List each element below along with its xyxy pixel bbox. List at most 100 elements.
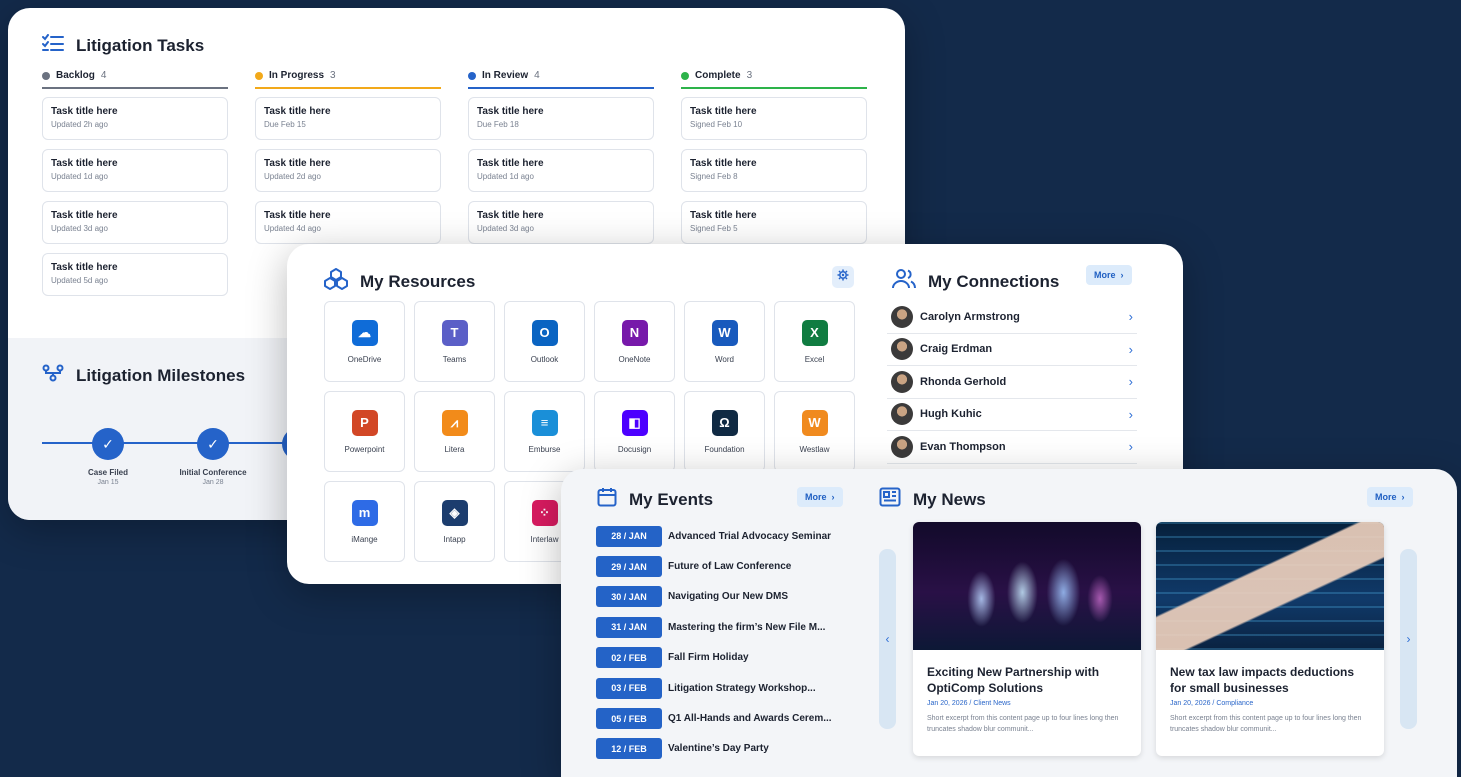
- news-card[interactable]: New tax law impacts deductions for small…: [1156, 522, 1384, 756]
- people-icon: [892, 268, 916, 295]
- task-subtitle: Updated 1d ago: [51, 172, 108, 181]
- task-subtitle: Updated 3d ago: [477, 224, 534, 233]
- app-tile-word[interactable]: W Word: [684, 301, 765, 382]
- app-tile-docusign[interactable]: ◧ Docusign: [594, 391, 675, 472]
- task-card[interactable]: Task title here Updated 5d ago: [42, 253, 228, 296]
- app-label: Word: [715, 354, 734, 364]
- task-card[interactable]: Task title here Signed Feb 10: [681, 97, 867, 140]
- connections-title: My Connections: [928, 271, 1060, 291]
- task-title: Task title here: [690, 158, 757, 169]
- task-card[interactable]: Task title here Signed Feb 5: [681, 201, 867, 244]
- event-row[interactable]: 29 / JAN Future of Law Conference: [596, 551, 832, 581]
- task-card[interactable]: Task title here Updated 4d ago: [255, 201, 441, 244]
- task-title: Task title here: [51, 262, 118, 273]
- event-date-badge: 03 / FEB: [596, 677, 662, 699]
- events-more-button[interactable]: More ›: [797, 487, 843, 507]
- intapp-icon: ◈: [441, 499, 468, 526]
- status-dot: [255, 71, 263, 80]
- task-card[interactable]: Task title here Updated 1d ago: [468, 149, 654, 192]
- app-label: Excel: [804, 354, 825, 364]
- kanban-column: Backlog 4 Task title here Updated 2h ago Tas…: [42, 70, 228, 305]
- task-subtitle: Updated 3d ago: [51, 224, 108, 233]
- interlaw-icon: ⁘: [531, 499, 558, 526]
- event-row[interactable]: 12 / FEB Valentine’s Day Party: [596, 734, 832, 764]
- column-name: Backlog: [56, 70, 95, 81]
- connections-list: Carolyn Armstrong › Craig Erdman › Rhonda Ge…: [887, 301, 1137, 464]
- news-prev-button[interactable]: ‹: [879, 549, 896, 729]
- connection-row[interactable]: Hugh Kuhic ›: [887, 399, 1137, 431]
- app-label: Powerpoint: [344, 444, 385, 454]
- imanage-icon: m: [351, 499, 378, 526]
- news-card-meta: Jan 20, 2026 / Compliance: [1170, 700, 1254, 707]
- app-tile-westlaw[interactable]: W Westlaw: [774, 391, 855, 472]
- chevron-right-icon: ›: [1128, 439, 1133, 455]
- app-tile-onenote[interactable]: N OneNote: [594, 301, 675, 382]
- app-label: OneNote: [618, 354, 651, 364]
- task-card[interactable]: Task title here Due Feb 15: [255, 97, 441, 140]
- powerpoint-icon: P: [351, 409, 378, 436]
- news-date: Jan 20, 2026: [1170, 700, 1211, 707]
- event-name: Valentine’s Day Party: [668, 743, 769, 755]
- app-tile-emburse[interactable]: ≡ Emburse: [504, 391, 585, 472]
- chevron-right-icon: ›: [1406, 632, 1411, 646]
- news-more-button[interactable]: More ›: [1367, 487, 1413, 507]
- tasks-header: Litigation Tasks: [42, 34, 204, 57]
- status-dot: [681, 71, 689, 80]
- task-card[interactable]: Task title here Updated 1d ago: [42, 149, 228, 192]
- app-label: iMange: [351, 534, 378, 544]
- task-title: Task title here: [264, 158, 331, 169]
- task-card[interactable]: Task title here Signed Feb 8: [681, 149, 867, 192]
- task-title: Task title here: [264, 210, 331, 221]
- onedrive-icon: ☁: [351, 319, 378, 346]
- check-icon: ✓: [92, 428, 124, 460]
- onenote-icon: N: [621, 319, 648, 346]
- event-row[interactable]: 28 / JAN Advanced Trial Advocacy Seminar: [596, 521, 832, 551]
- news-category[interactable]: Compliance: [1216, 700, 1253, 707]
- connection-row[interactable]: Evan Thompson ›: [887, 431, 1137, 464]
- app-tile-imange[interactable]: m iMange: [324, 481, 405, 562]
- task-card[interactable]: Task title here Updated 3d ago: [42, 201, 228, 244]
- column-header: Backlog 4: [42, 70, 228, 89]
- connection-row[interactable]: Rhonda Gerhold ›: [887, 366, 1137, 399]
- news-category[interactable]: Client News: [973, 700, 1010, 707]
- app-tile-foundation[interactable]: Ω Foundation: [684, 391, 765, 472]
- news-card[interactable]: Exciting New Partnership with OptiComp S…: [913, 522, 1141, 756]
- chevron-right-icon: ›: [1128, 341, 1133, 357]
- news-card-title: Exciting New Partnership with OptiComp S…: [927, 665, 1100, 695]
- avatar: [891, 370, 913, 393]
- event-row[interactable]: 05 / FEB Q1 All-Hands and Awards Cerem...: [596, 703, 832, 733]
- task-card[interactable]: Task title here Updated 3d ago: [468, 201, 654, 244]
- app-label: Emburse: [528, 444, 561, 454]
- connection-row[interactable]: Carolyn Armstrong ›: [887, 301, 1137, 334]
- connection-row[interactable]: Craig Erdman ›: [887, 334, 1137, 366]
- app-tile-outlook[interactable]: O Outlook: [504, 301, 585, 382]
- avatar: [891, 338, 913, 361]
- event-row[interactable]: 02 / FEB Fall Firm Holiday: [596, 643, 832, 673]
- task-card[interactable]: Task title here Due Feb 18: [468, 97, 654, 140]
- app-tile-intapp[interactable]: ◈ Intapp: [414, 481, 495, 562]
- event-name: Mastering the firm’s New File M...: [668, 621, 826, 633]
- event-row[interactable]: 03 / FEB Litigation Strategy Workshop...: [596, 673, 832, 703]
- connection-name: Evan Thompson: [920, 440, 1006, 453]
- app-tile-excel[interactable]: X Excel: [774, 301, 855, 382]
- resources-settings-button[interactable]: [832, 266, 854, 288]
- event-date-badge: 02 / FEB: [596, 647, 662, 669]
- app-tile-onedrive[interactable]: ☁ OneDrive: [324, 301, 405, 382]
- cubes-icon: [324, 268, 348, 295]
- app-label: Docusign: [617, 444, 652, 454]
- task-card[interactable]: Task title here Updated 2h ago: [42, 97, 228, 140]
- task-card[interactable]: Task title here Updated 2d ago: [255, 149, 441, 192]
- app-tile-powerpoint[interactable]: P Powerpoint: [324, 391, 405, 472]
- event-date-badge: 30 / JAN: [596, 586, 662, 608]
- event-row[interactable]: 31 / JAN Mastering the firm’s New File M.…: [596, 612, 832, 642]
- newspaper-icon: [879, 487, 901, 512]
- news-next-button[interactable]: ›: [1400, 549, 1417, 729]
- app-tile-teams[interactable]: T Teams: [414, 301, 495, 382]
- westlaw-icon: W: [801, 409, 828, 436]
- event-date-badge: 31 / JAN: [596, 616, 662, 638]
- app-tile-litera[interactable]: ⩘ Litera: [414, 391, 495, 472]
- event-row[interactable]: 30 / JAN Navigating Our New DMS: [596, 582, 832, 612]
- connections-more-button[interactable]: More ›: [1086, 265, 1132, 285]
- task-title: Task title here: [477, 210, 544, 221]
- milestone[interactable]: ✓ Case Filed Jan 15: [58, 428, 158, 486]
